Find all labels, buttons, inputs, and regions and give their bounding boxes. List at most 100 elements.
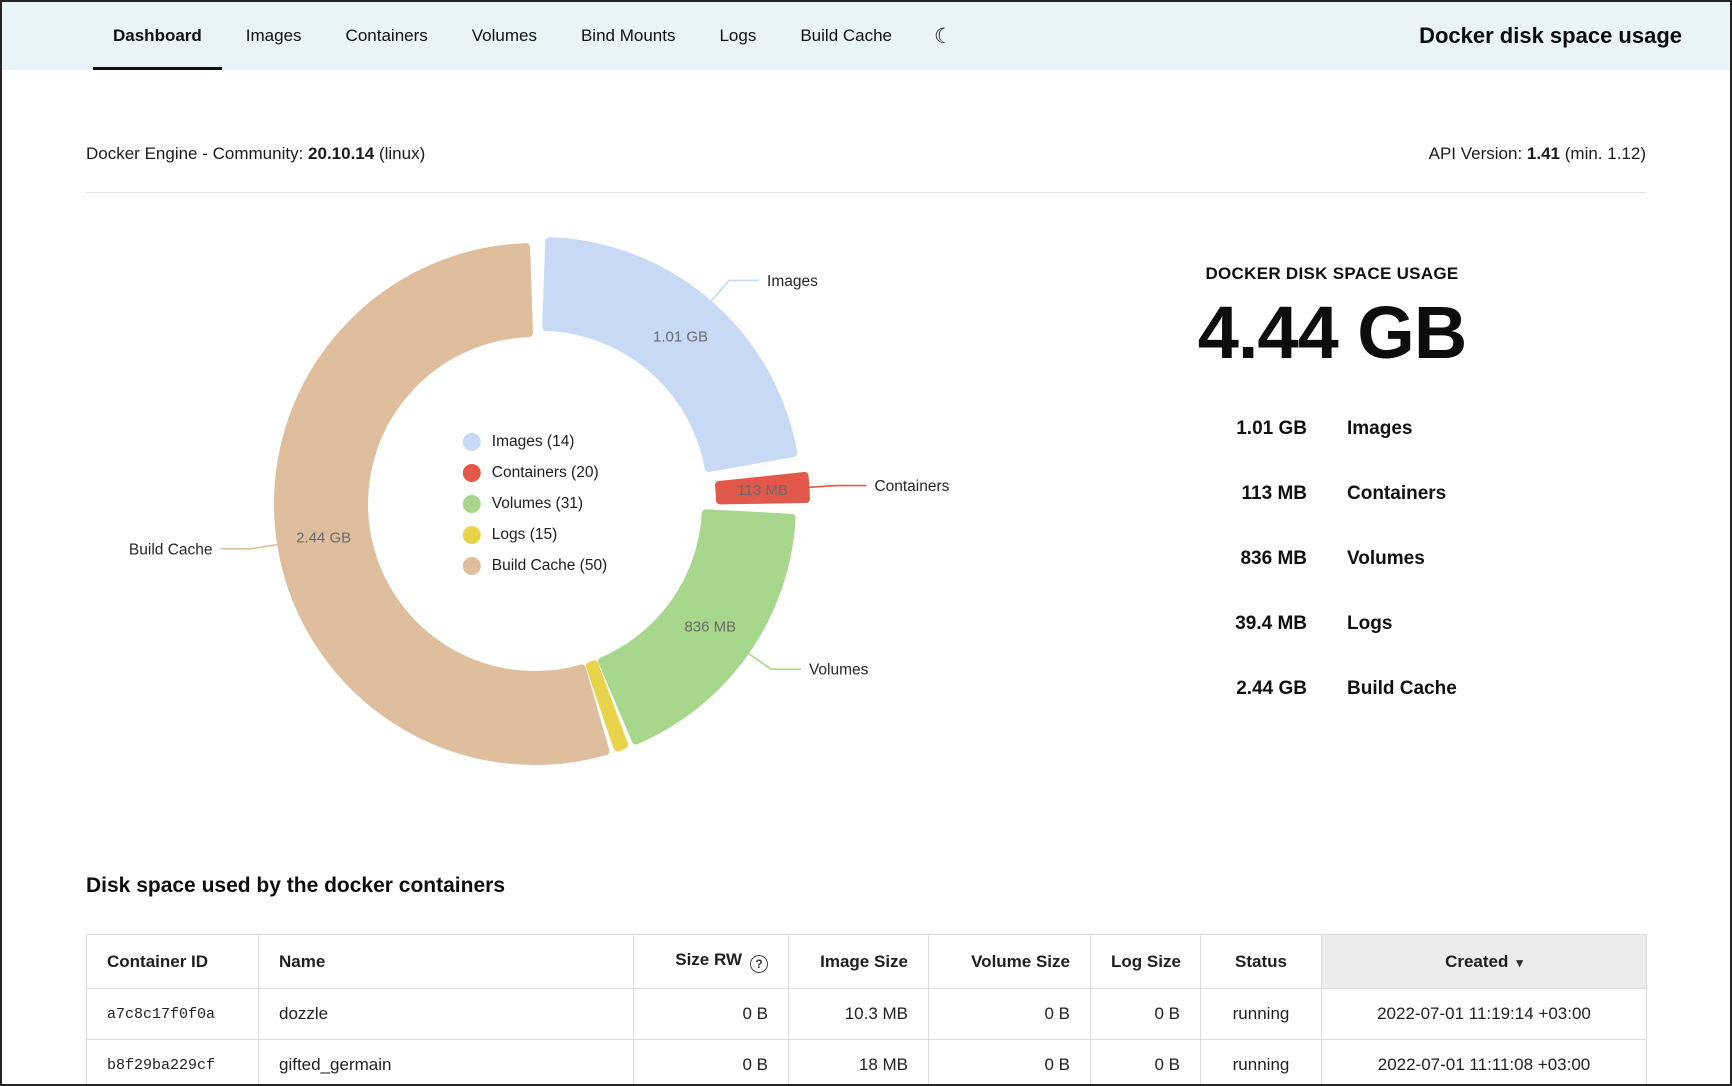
api-version: 1.41: [1527, 144, 1560, 163]
usage-size-value: 2.44 GB: [1072, 656, 1307, 721]
legend-dot-volumes: [463, 495, 481, 513]
donut-callout-label-build-cache: Build Cache: [129, 541, 213, 558]
cell-log-size: 0 B: [1091, 1040, 1201, 1086]
usage-size-value: 836 MB: [1072, 526, 1307, 591]
cell-created: 2022-07-01 11:11:08 +03:00: [1322, 1040, 1647, 1086]
donut-size-label-images: 1.01 GB: [653, 328, 708, 345]
legend-item-containers[interactable]: Containers (20): [463, 464, 607, 482]
engine-version: 20.10.14: [308, 144, 374, 163]
cell-image-size: 10.3 MB: [789, 989, 929, 1040]
containers-table-section: Disk space used by the docker containers…: [86, 874, 1647, 1086]
usage-category-label: Volumes: [1347, 526, 1592, 591]
table-row: b8f29ba229cfgifted_germain0 B18 MB0 B0 B…: [87, 1040, 1647, 1086]
column-header-status[interactable]: Status: [1201, 935, 1322, 989]
cell-size-rw: 0 B: [634, 989, 789, 1040]
column-header-image-size[interactable]: Image Size: [789, 935, 929, 989]
donut-callout-label-volumes: Volumes: [809, 662, 869, 679]
donut-leader-line-images: [709, 280, 759, 303]
engine-platform: (linux): [379, 144, 425, 163]
tab-build-cache[interactable]: Build Cache: [778, 2, 914, 70]
cell-created: 2022-07-01 11:19:14 +03:00: [1322, 989, 1647, 1040]
legend-label: Build Cache (50): [492, 557, 607, 575]
cell-name: gifted_germain: [259, 1040, 634, 1086]
usage-category-label: Logs: [1347, 591, 1592, 656]
column-header-log-size[interactable]: Log Size: [1091, 935, 1201, 989]
cell-volume-size: 0 B: [929, 1040, 1091, 1086]
donut-size-label-build-cache: 2.44 GB: [296, 529, 351, 546]
help-question-icon[interactable]: ?: [750, 955, 768, 973]
engine-info-row: Docker Engine - Community: 20.10.14 (lin…: [86, 144, 1646, 164]
docker-dashboard-page: DashboardImagesContainersVolumesBind Mou…: [0, 0, 1732, 1086]
tab-dashboard[interactable]: Dashboard: [91, 2, 224, 70]
cell-log-size: 0 B: [1091, 989, 1201, 1040]
column-header-volume-size[interactable]: Volume Size: [929, 935, 1091, 989]
cell-size-rw: 0 B: [634, 1040, 789, 1086]
donut-size-label-containers: 113 MB: [737, 482, 788, 499]
legend-dot-containers: [463, 464, 481, 482]
tab-volumes[interactable]: Volumes: [450, 2, 559, 70]
tab-images[interactable]: Images: [224, 2, 324, 70]
legend-item-build-cache[interactable]: Build Cache (50): [463, 557, 607, 575]
tab-bar: DashboardImagesContainersVolumesBind Mou…: [91, 2, 914, 70]
cell-name: dozzle: [259, 989, 634, 1040]
dark-mode-toggle[interactable]: ☾: [914, 2, 973, 70]
app-title: Docker disk space usage: [1419, 23, 1730, 49]
usage-size-value: 113 MB: [1072, 461, 1307, 526]
table-row: a7c8c17f0f0adozzle0 B10.3 MB0 B0 Brunnin…: [87, 989, 1647, 1040]
table-heading: Disk space used by the docker containers: [86, 874, 1647, 898]
column-header-label: Status: [1235, 952, 1287, 971]
column-header-label: Size RW: [675, 950, 742, 969]
usage-category-label: Containers: [1347, 461, 1592, 526]
engine-label: Docker Engine - Community:: [86, 144, 303, 163]
column-header-label: Volume Size: [971, 952, 1070, 971]
api-min: (min. 1.12): [1565, 144, 1646, 163]
legend-item-images[interactable]: Images (14): [463, 433, 607, 451]
usage-category-label: Images: [1347, 396, 1592, 461]
donut-leader-line-volumes: [746, 652, 801, 669]
api-version-info: API Version: 1.41 (min. 1.12): [1429, 144, 1646, 164]
tab-bind-mounts[interactable]: Bind Mounts: [559, 2, 698, 70]
usage-size-value: 39.4 MB: [1072, 591, 1307, 656]
legend-dot-images: [463, 433, 481, 451]
cell-status: running: [1201, 989, 1322, 1040]
sort-desc-icon: ▾: [1516, 955, 1523, 970]
column-header-label: Created: [1445, 952, 1508, 971]
usage-breakdown-list: 1.01 GB Images 113 MB Containers 836 MB Volum…: [1072, 396, 1592, 721]
column-header-container-id[interactable]: Container ID: [87, 935, 259, 989]
column-header-label: Container ID: [107, 952, 208, 971]
column-header-name[interactable]: Name: [259, 935, 634, 989]
table-header-row: Container ID Name Size RW? Image Size Volume…: [87, 935, 1647, 989]
cell-volume-size: 0 B: [929, 989, 1091, 1040]
donut-callout-label-images: Images: [767, 273, 818, 290]
column-header-label: Log Size: [1111, 952, 1181, 971]
legend-label: Logs (15): [492, 526, 557, 544]
cell-container-id: a7c8c17f0f0a: [87, 989, 259, 1040]
column-header-label: Image Size: [820, 952, 908, 971]
donut-leader-line-build-cache: [221, 544, 281, 549]
legend-label: Containers (20): [492, 464, 599, 482]
legend-item-logs[interactable]: Logs (15): [463, 526, 607, 544]
legend-dot-build-cache: [463, 557, 481, 575]
usage-category-label: Build Cache: [1347, 656, 1592, 721]
legend-dot-logs: [463, 526, 481, 544]
column-header-label: Name: [279, 952, 325, 971]
containers-table: Container ID Name Size RW? Image Size Volume…: [86, 934, 1647, 1086]
disk-usage-donut-chart: 1.01 GB Images 113 MB Containers 836 MB Volum…: [2, 192, 1042, 812]
legend-label: Volumes (31): [492, 495, 583, 513]
engine-info: Docker Engine - Community: 20.10.14 (lin…: [86, 144, 425, 164]
tab-containers[interactable]: Containers: [324, 2, 450, 70]
donut-size-label-volumes: 836 MB: [684, 619, 736, 636]
column-header-created[interactable]: Created ▾: [1322, 935, 1647, 989]
navbar: DashboardImagesContainersVolumesBind Mou…: [2, 2, 1730, 70]
cell-container-id: b8f29ba229cf: [87, 1040, 259, 1086]
moon-icon: ☾: [934, 24, 953, 49]
cell-image-size: 18 MB: [789, 1040, 929, 1086]
column-header-size-rw[interactable]: Size RW?: [634, 935, 789, 989]
legend-item-volumes[interactable]: Volumes (31): [463, 495, 607, 513]
tab-logs[interactable]: Logs: [697, 2, 778, 70]
usage-size-value: 1.01 GB: [1072, 396, 1307, 461]
donut-callout-label-containers: Containers: [874, 478, 949, 495]
legend-label: Images (14): [492, 433, 575, 451]
api-label: API Version:: [1429, 144, 1523, 163]
usage-summary-panel: DOCKER DISK SPACE USAGE 4.44 GB 1.01 GBI…: [1072, 264, 1592, 721]
